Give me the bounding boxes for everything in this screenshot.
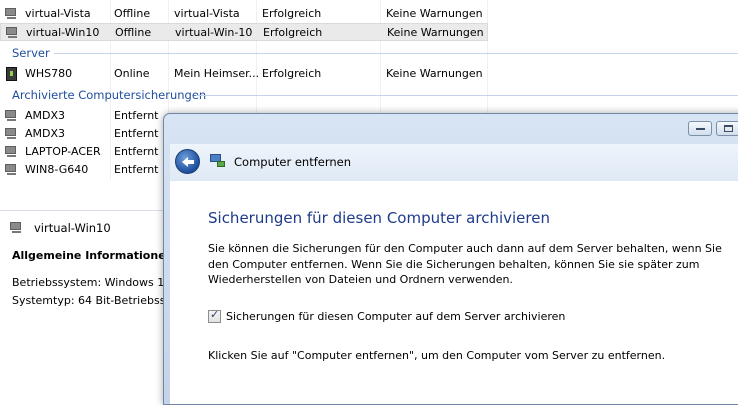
computer-name: virtual-Vista (25, 7, 91, 20)
details-section-heading: Allgemeine Informationen (12, 249, 174, 262)
archived-row[interactable]: WIN8-G640 Entfernt (0, 161, 160, 179)
server-description: Mein Heimser... (174, 67, 260, 80)
archive-checkbox-label[interactable]: Sicherungen für diesen Computer auf dem … (226, 310, 565, 323)
minimize-icon (696, 128, 705, 130)
server-name: WHS780 (25, 67, 73, 80)
computer-row-selected[interactable]: virtual-Win10 Offline virtual-Win-10 Erf… (0, 23, 488, 41)
maximize-icon (724, 125, 733, 132)
server-status: Online (114, 67, 150, 80)
computer-name: LAPTOP-ACER (25, 145, 101, 158)
group-heading-archived: Archivierte Computersicherungen (12, 88, 207, 102)
computer-icon (5, 146, 19, 158)
server-row[interactable]: WHS780 Online Mein Heimser... Erfolgreic… (0, 65, 488, 83)
computer-name: WIN8-G640 (25, 163, 89, 176)
backup-status: Erfolgreich (262, 7, 322, 20)
computer-status: Entfernt (114, 127, 159, 140)
minimize-button[interactable] (688, 121, 712, 136)
computer-status: Entfernt (114, 163, 159, 176)
dialog-description: Sie können die Sicherungen für den Compu… (208, 242, 722, 286)
computer-icon (5, 8, 19, 20)
archived-row[interactable]: LAPTOP-ACER Entfernt (0, 143, 160, 161)
archived-row[interactable]: AMDX3 Entfernt (0, 107, 160, 125)
warning-status: Keine Warnungen (386, 67, 483, 80)
backup-status: Erfolgreich (263, 26, 323, 39)
computer-status: Entfernt (114, 109, 159, 122)
dialog-title: Computer entfernen (234, 155, 351, 169)
computer-name: AMDX3 (25, 127, 66, 140)
server-icon (6, 67, 17, 81)
computer-name: AMDX3 (25, 109, 66, 122)
computer-status: Entfernt (114, 145, 159, 158)
computer-icon (5, 128, 19, 140)
computer-name: virtual-Win10 (26, 26, 100, 39)
computer-network-icon (210, 154, 226, 168)
group-divider (196, 95, 738, 96)
group-divider (54, 53, 738, 54)
computer-description: virtual-Win-10 (175, 26, 253, 39)
back-button[interactable] (175, 149, 200, 174)
backup-status: Erfolgreich (262, 67, 322, 80)
computer-icon (5, 164, 19, 176)
dialog-note: Klicken Sie auf "Computer entfernen", um… (208, 349, 666, 362)
computer-status: Offline (115, 26, 152, 39)
computer-icon (10, 222, 24, 234)
computer-icon (6, 27, 20, 39)
details-os: Betriebssystem: Windows 10 (12, 276, 172, 289)
details-system-type: Systemtyp: 64 Bit-Betriebssys (12, 294, 178, 307)
warning-status: Keine Warnungen (386, 7, 483, 20)
computer-row[interactable]: virtual-Vista Offline virtual-Vista Erfo… (0, 5, 488, 23)
maximize-button[interactable] (716, 121, 738, 136)
computer-icon (5, 110, 19, 122)
remove-computer-dialog: Computer entfernen Sicherungen für diese… (163, 113, 738, 405)
details-title: virtual-Win10 (34, 221, 111, 235)
computer-description: virtual-Vista (174, 7, 240, 20)
dialog-header: Computer entfernen (170, 144, 738, 181)
dialog-body: Sicherungen für diesen Computer archivie… (170, 181, 738, 404)
group-heading-server: Server (12, 46, 50, 60)
warning-status: Keine Warnungen (387, 26, 484, 39)
archived-row[interactable]: AMDX3 Entfernt (0, 125, 160, 143)
computer-status: Offline (114, 7, 151, 20)
dialog-heading: Sicherungen für diesen Computer archivie… (208, 209, 550, 227)
archive-checkbox[interactable] (208, 308, 221, 323)
